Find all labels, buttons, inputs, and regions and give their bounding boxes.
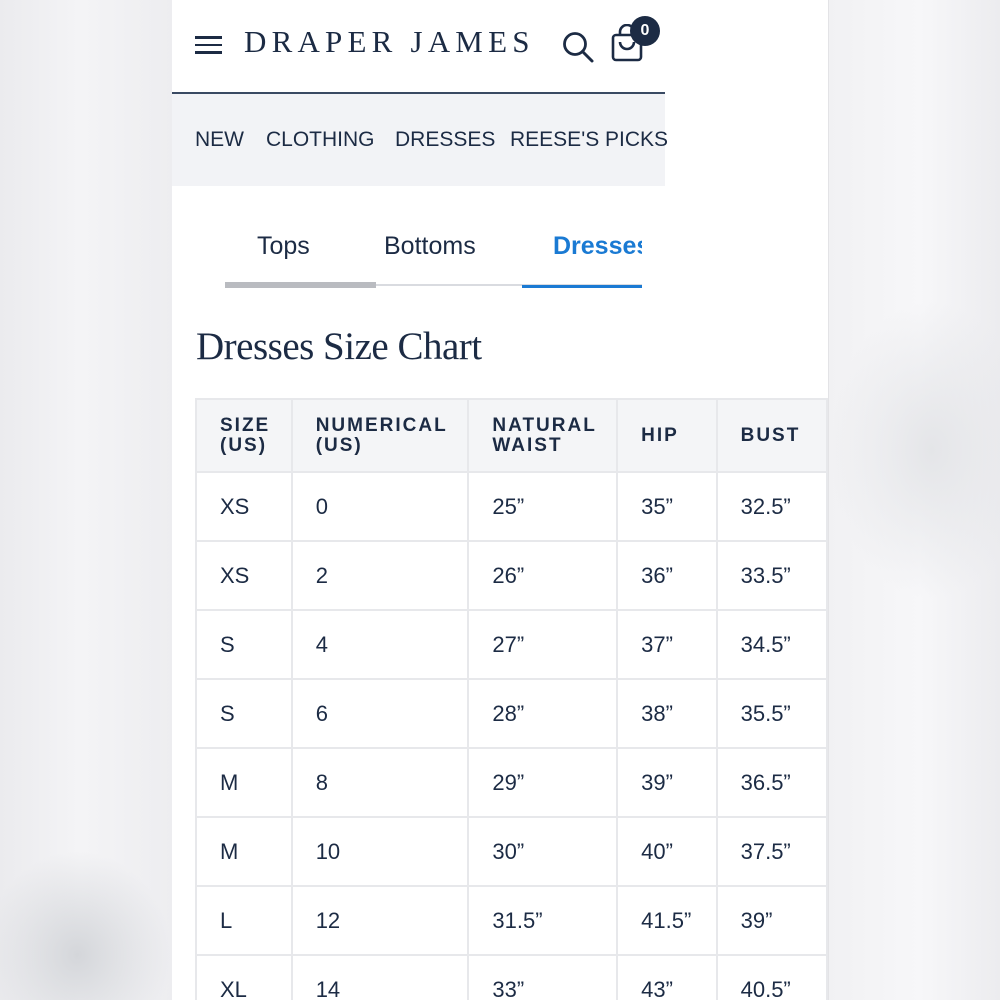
table-row: XS 0 25” 35” 32.5” [195, 471, 828, 542]
cell-hip: 43” [616, 954, 718, 1000]
cell-waist: 26” [467, 540, 619, 611]
tab-dresses-wrapper: Dresses [553, 228, 642, 278]
cell-hip: 38” [616, 678, 718, 749]
header-line: (US) [315, 434, 363, 456]
nav-item-clothing[interactable]: CLOTHING [266, 128, 375, 152]
cell-numerical: 12 [290, 885, 470, 956]
table-row: M 8 29” 39” 36.5” [195, 747, 828, 818]
cell-size: XS [195, 471, 293, 542]
tab-tops[interactable]: Tops [257, 232, 310, 261]
table-row: XL 14 33” 43” 40.5” [195, 954, 828, 1000]
cell-size: L [195, 885, 293, 956]
cell-bust: 39” [715, 885, 828, 956]
cell-hip: 39” [616, 747, 718, 818]
tab-scroll-indicator [225, 282, 376, 288]
cell-hip: 37” [616, 609, 718, 680]
cell-waist: 28” [467, 678, 619, 749]
category-nav: NEW CLOTHING DRESSES REESE'S PICKS [172, 94, 668, 186]
header-line: WAIST [492, 434, 563, 456]
size-chart-tabs: Tops Bottoms Dresses [225, 228, 642, 290]
cell-hip: 40” [616, 816, 718, 887]
table-row: L 12 31.5” 41.5” 39” [195, 885, 828, 956]
cell-size: M [195, 747, 293, 818]
table-header-row: SIZE (US) NUMERICAL (US) NATURAL WAIST HIP … [195, 398, 828, 473]
cell-numerical: 6 [290, 678, 470, 749]
cell-bust: 34.5” [715, 609, 828, 680]
nav-item-dresses[interactable]: DRESSES [395, 128, 495, 152]
cell-bust: 40.5” [715, 954, 828, 1000]
cell-bust: 35.5” [715, 678, 828, 749]
cell-size: S [195, 678, 293, 749]
cell-bust: 33.5” [715, 540, 828, 611]
header-numerical-us: NUMERICAL (US) [290, 398, 470, 473]
header-line: HIP [641, 424, 679, 446]
header-line: BUST [740, 424, 801, 446]
cell-hip: 36” [616, 540, 718, 611]
cell-waist: 27” [467, 609, 619, 680]
cell-bust: 36.5” [715, 747, 828, 818]
cell-bust: 32.5” [715, 471, 828, 542]
cell-size: M [195, 816, 293, 887]
cell-size: XS [195, 540, 293, 611]
search-icon[interactable] [561, 30, 595, 64]
cell-numerical: 4 [290, 609, 470, 680]
cell-waist: 30” [467, 816, 619, 887]
background-shadow [0, 850, 172, 1000]
size-chart-table: SIZE (US) NUMERICAL (US) NATURAL WAIST HIP … [195, 398, 828, 1000]
cell-numerical: 14 [290, 954, 470, 1000]
active-tab-indicator [522, 285, 642, 288]
nav-item-reeses-picks[interactable]: REESE'S PICKS [510, 128, 668, 152]
cell-numerical: 0 [290, 471, 470, 542]
cell-numerical: 8 [290, 747, 470, 818]
cart-count-badge: 0 [630, 16, 660, 46]
cell-waist: 33” [467, 954, 619, 1000]
header-line: SIZE [220, 414, 271, 436]
cell-size: XL [195, 954, 293, 1000]
cell-waist: 29” [467, 747, 619, 818]
header-hip: HIP [616, 398, 718, 473]
nav-item-new[interactable]: NEW [195, 128, 244, 152]
table-row: S 6 28” 38” 35.5” [195, 678, 828, 749]
table-row: S 4 27” 37” 34.5” [195, 609, 828, 680]
menu-icon[interactable] [195, 36, 222, 54]
phone-screen: DRAPER JAMES 0 NEW CLOTHING DRESSES REES… [172, 0, 829, 1000]
tab-bottoms[interactable]: Bottoms [384, 232, 476, 261]
header-line: NUMERICAL [315, 414, 448, 436]
cell-numerical: 10 [290, 816, 470, 887]
table-row: XS 2 26” 36” 33.5” [195, 540, 828, 611]
page-title: Dresses Size Chart [196, 325, 482, 368]
background-shadow-right [829, 300, 1000, 600]
cell-numerical: 2 [290, 540, 470, 611]
cell-waist: 31.5” [467, 885, 619, 956]
header-bust: BUST [715, 398, 828, 473]
cell-bust: 37.5” [715, 816, 828, 887]
header-line: NATURAL [492, 414, 597, 436]
header-line: (US) [220, 434, 268, 456]
table-row: M 10 30” 40” 37.5” [195, 816, 828, 887]
tab-dresses[interactable]: Dresses [553, 232, 642, 261]
header-size-us: SIZE (US) [195, 398, 293, 473]
brand-logo[interactable]: DRAPER JAMES [244, 24, 535, 60]
cell-waist: 25” [467, 471, 619, 542]
header-bar: DRAPER JAMES 0 [172, 0, 665, 94]
header-natural-waist: NATURAL WAIST [467, 398, 619, 473]
cell-hip: 41.5” [616, 885, 718, 956]
cell-hip: 35” [616, 471, 718, 542]
cell-size: S [195, 609, 293, 680]
